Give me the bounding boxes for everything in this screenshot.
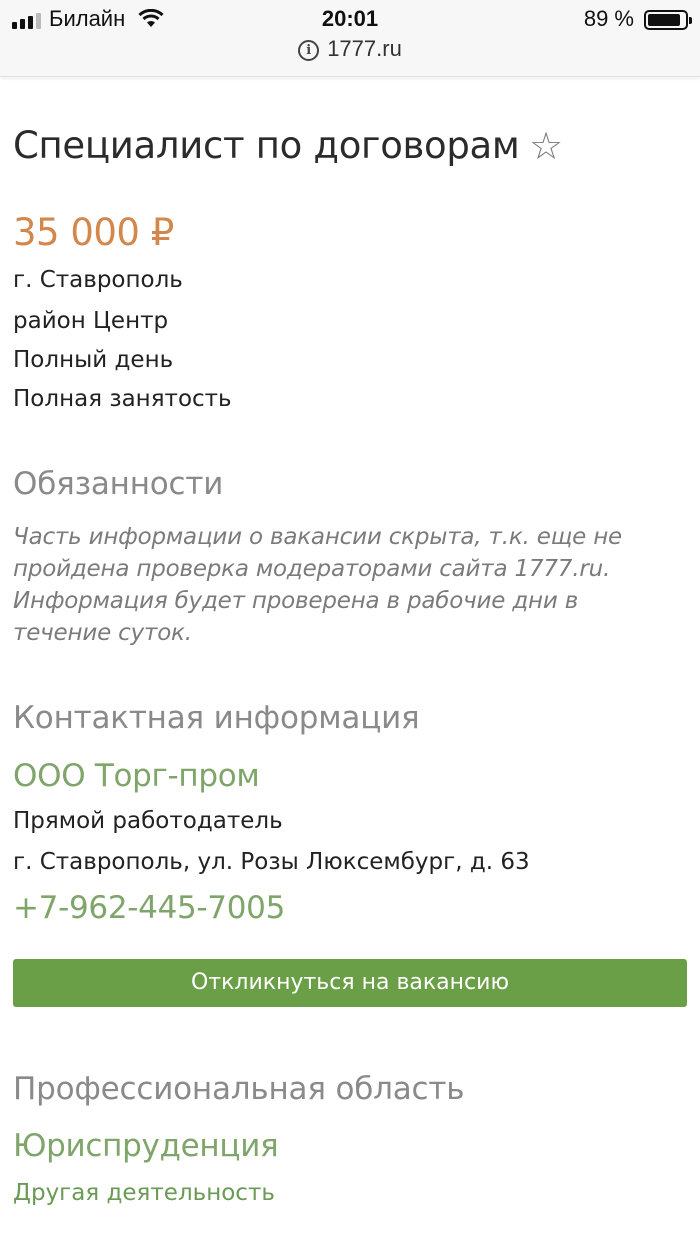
vacancy-schedule: Полный день bbox=[13, 347, 174, 373]
area-link[interactable]: Юриспруденция bbox=[13, 1128, 279, 1164]
salary: 35 000 ₽ bbox=[13, 211, 174, 254]
subarea-link[interactable]: Другая деятельность bbox=[13, 1180, 275, 1206]
address-bar[interactable]: i 1777.ru bbox=[0, 36, 700, 62]
phone-link[interactable]: +7-962-445-7005 bbox=[13, 890, 285, 926]
vacancy-district: район Центр bbox=[13, 308, 169, 334]
vacancy-title: Специалист по договорам bbox=[13, 124, 520, 167]
battery-percent: 89 % bbox=[583, 6, 634, 31]
url-text: 1777.ru bbox=[327, 36, 402, 61]
vacancy-city: г. Ставрополь bbox=[13, 267, 183, 293]
contacts-heading: Контактная информация bbox=[13, 700, 420, 736]
duties-heading: Обязанности bbox=[13, 466, 224, 502]
vacancy-employment: Полная занятость bbox=[13, 386, 232, 412]
battery-icon bbox=[644, 10, 692, 30]
moderation-notice: Часть информации о вакансии скрыта, т.к.… bbox=[13, 524, 623, 646]
professional-area-heading: Профессиональная область bbox=[13, 1071, 465, 1107]
info-icon[interactable]: i bbox=[298, 40, 320, 61]
browser-top-bar: Билайн 20:01 89 % i 1777.ru bbox=[0, 0, 700, 77]
employer-type: Прямой работодатель bbox=[13, 808, 283, 834]
apply-button[interactable]: Откликнуться на вакансию bbox=[13, 959, 687, 1007]
favorite-star-icon[interactable]: ☆ bbox=[529, 124, 563, 169]
company-link[interactable]: ООО Торг-пром bbox=[13, 758, 260, 794]
status-bar: Билайн 20:01 89 % bbox=[0, 4, 700, 34]
company-address: г. Ставрополь, ул. Розы Люксембург, д. 6… bbox=[13, 849, 530, 875]
